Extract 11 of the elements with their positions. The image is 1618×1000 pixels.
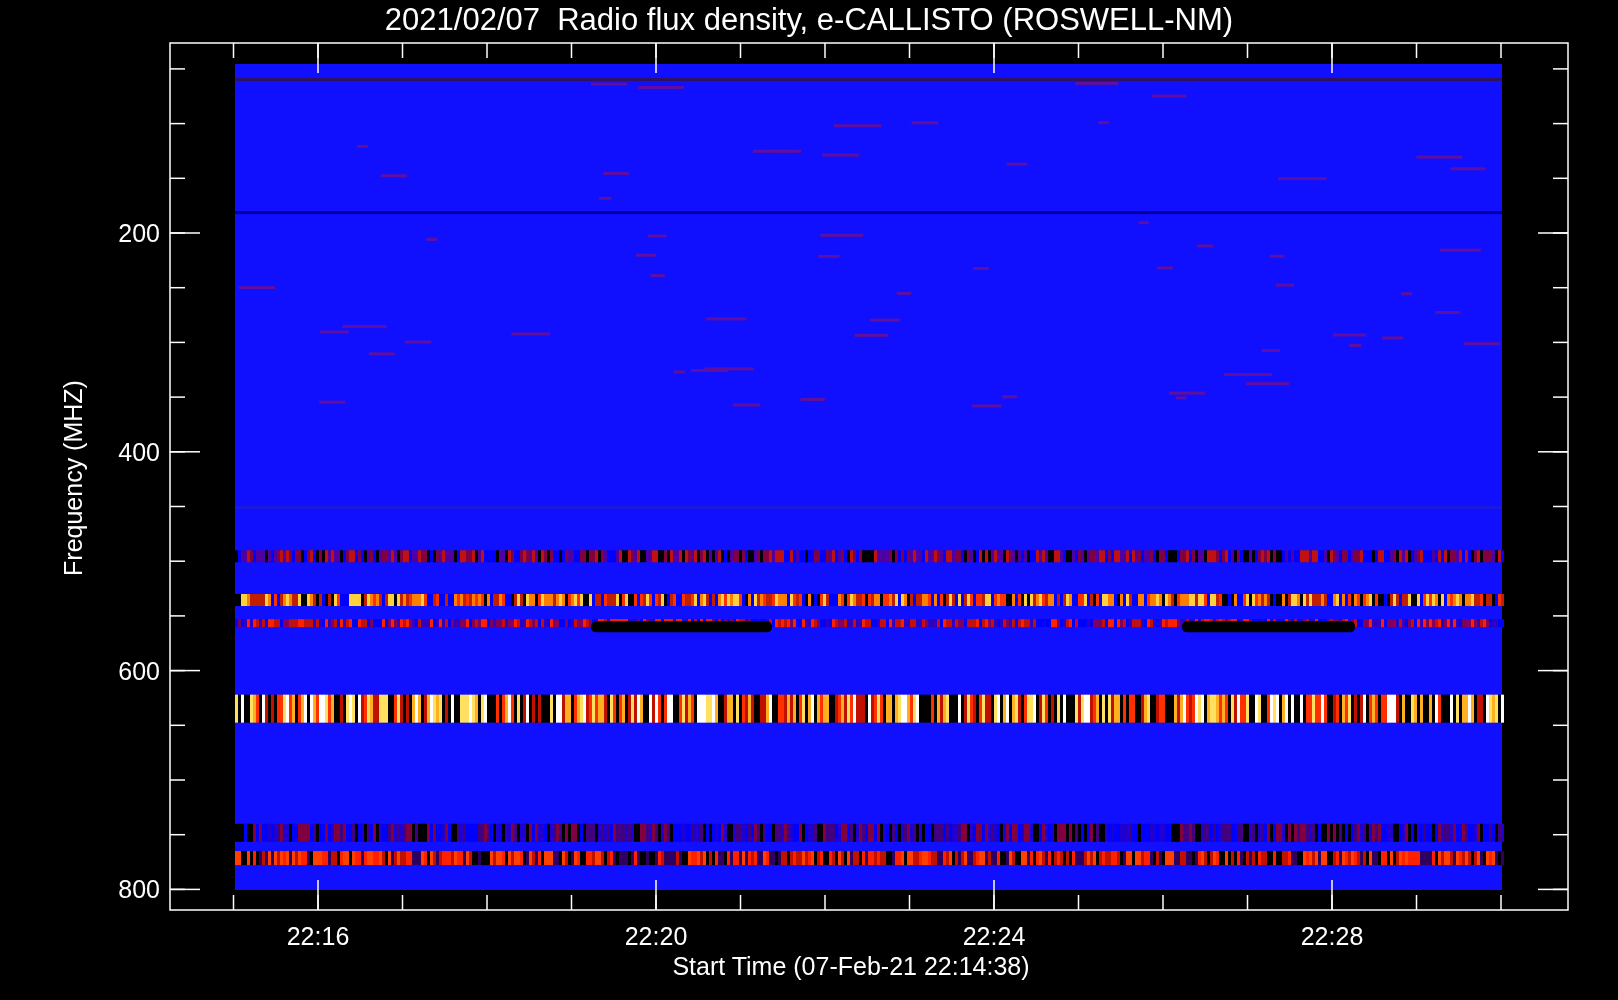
tick-label: 600 (118, 656, 160, 685)
tick-label: 200 (118, 219, 160, 247)
axis-label: Start Time (07-Feb-21 22:14:38) (672, 952, 1030, 980)
axis-label: Frequency (MHZ) (59, 380, 87, 576)
tick-label: 800 (118, 875, 160, 904)
tick-label: 22:28 (1300, 922, 1364, 950)
tick-label: 22:16 (286, 922, 350, 950)
tick-label: 22:20 (624, 922, 688, 950)
chart-title: 2021/02/07 Radio flux density, e-CALLISTO (ROSWELL-NM) (384, 2, 1234, 37)
tick-label: 400 (118, 437, 160, 466)
tick-label: 22:24 (962, 922, 1026, 950)
